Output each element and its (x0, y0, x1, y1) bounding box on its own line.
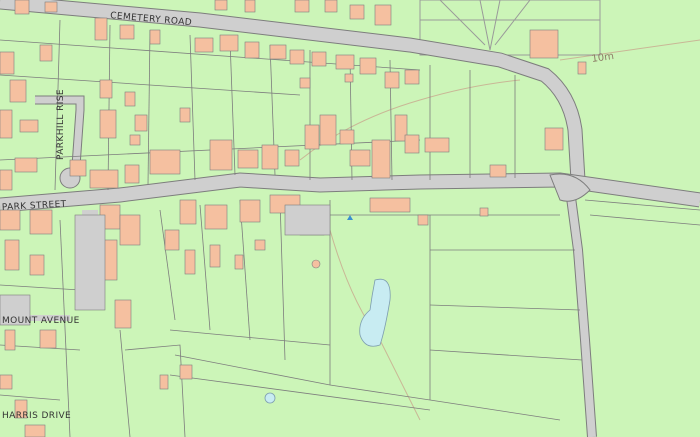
label-mount-avenue: MOUNT AVENUE (2, 316, 80, 326)
round-structure (311, 259, 321, 269)
map-canvas: CEMETERY ROAD PARK STREET PARKHILL RISE … (0, 0, 700, 437)
small-pond (264, 392, 276, 404)
map-view[interactable]: CEMETERY ROAD PARK STREET PARKHILL RISE … (0, 0, 700, 437)
label-parkhill-rise: PARKHILL RISE (56, 89, 66, 160)
label-harris-drive: HARRIS DRIVE (2, 411, 71, 421)
